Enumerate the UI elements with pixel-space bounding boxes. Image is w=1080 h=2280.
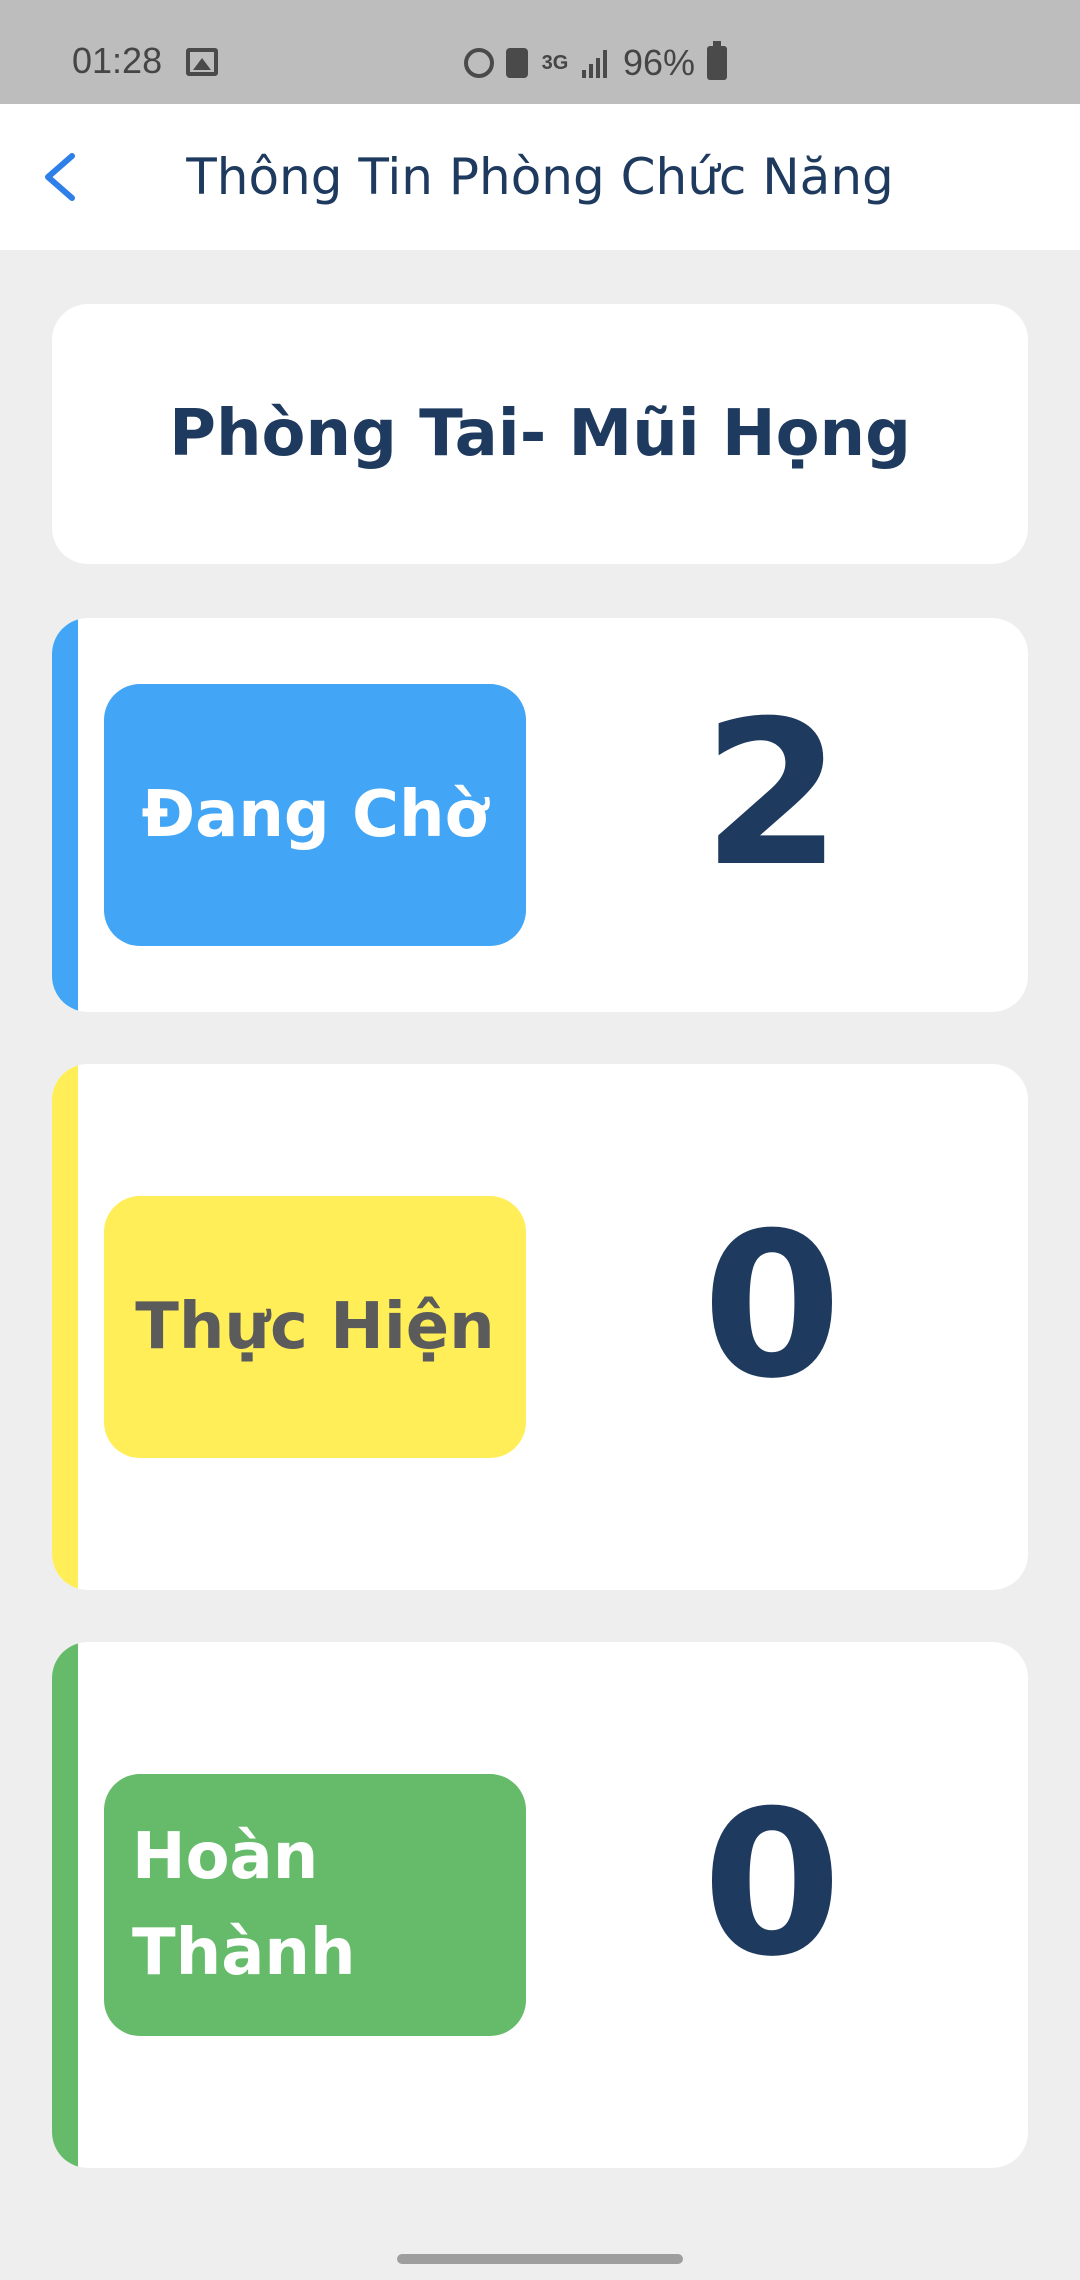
status-card-waiting[interactable]: Đang Chờ 2 — [52, 618, 1028, 1012]
status-count-in-progress: 0 — [702, 1190, 842, 1423]
status-label: Hoàn Thành — [132, 1820, 356, 1990]
status-count-waiting: 2 — [702, 678, 842, 911]
status-accent-bar — [52, 1642, 78, 2168]
status-label: Thực Hiện — [135, 1290, 495, 1364]
status-badge-completed: Hoàn Thành — [104, 1774, 526, 2036]
app-bar: Thông Tin Phòng Chức Năng — [0, 104, 1080, 250]
alarm-icon — [464, 48, 494, 78]
status-count-completed: 0 — [702, 1768, 842, 2001]
status-time: 01:28 — [72, 40, 163, 81]
status-accent-bar — [52, 618, 78, 1012]
home-indicator[interactable] — [397, 2254, 683, 2264]
status-accent-bar — [52, 1064, 78, 1590]
eco-battery-icon — [506, 48, 528, 78]
status-icons: 3G 96% — [464, 41, 728, 84]
battery-icon — [707, 41, 728, 80]
status-bar: 01:28 3G 96% — [0, 0, 1080, 104]
network-type-label: 3G — [541, 52, 569, 74]
room-name: Phòng Tai- Mũi Họng — [169, 397, 911, 471]
status-card-completed[interactable]: Hoàn Thành 0 — [52, 1642, 1028, 2168]
room-card: Phòng Tai- Mũi Họng — [52, 304, 1028, 564]
status-badge-waiting: Đang Chờ — [104, 684, 526, 946]
status-badge-in-progress: Thực Hiện — [104, 1196, 526, 1458]
status-label: Đang Chờ — [141, 778, 489, 852]
page-title: Thông Tin Phòng Chức Năng — [186, 148, 894, 206]
status-card-in-progress[interactable]: Thực Hiện 0 — [52, 1064, 1028, 1590]
gallery-icon — [186, 48, 218, 76]
battery-percent: 96% — [623, 42, 696, 83]
signal-icon — [582, 48, 607, 78]
